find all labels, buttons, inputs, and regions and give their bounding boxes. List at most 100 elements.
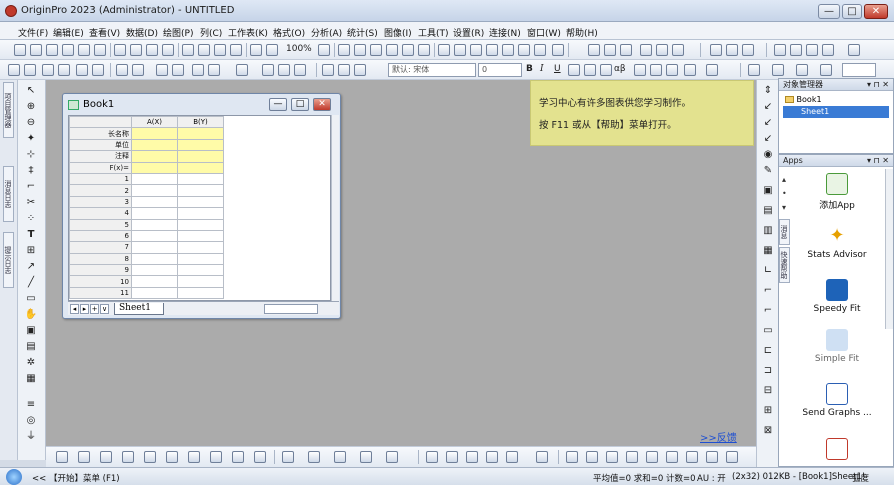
app-simple-fit[interactable]: Simple Fit	[797, 329, 877, 364]
menu-settings[interactable]: 设置(R)	[453, 26, 484, 39]
tree-item-sheet1[interactable]: Sheet1	[783, 106, 889, 118]
align-text-icon[interactable]	[666, 64, 678, 76]
plot-setup-icon[interactable]	[518, 44, 530, 56]
swap-layer-icon[interactable]	[172, 64, 184, 76]
tool-icon[interactable]: ▥	[761, 224, 775, 237]
table-cell[interactable]	[131, 229, 178, 243]
row-header[interactable]: 9	[69, 264, 132, 277]
area-plot-icon[interactable]	[188, 451, 200, 463]
vertical-scrollbar[interactable]	[331, 115, 339, 301]
tool-icon[interactable]: ⊟	[761, 384, 775, 397]
smart-hint-icon[interactable]	[470, 44, 482, 56]
mask-range-icon[interactable]	[446, 451, 458, 463]
row-header-formula[interactable]: F(x)=	[69, 161, 132, 174]
row-header[interactable]: 6	[69, 229, 132, 243]
book1-minimize-button[interactable]: —	[269, 98, 287, 111]
panel-close-icon[interactable]: ▾ ⊓ ✕	[867, 79, 889, 90]
menu-window[interactable]: 窗口(W)	[527, 26, 561, 39]
corner-cell[interactable]	[69, 116, 132, 129]
front-icon[interactable]	[666, 451, 678, 463]
swap-mask-icon[interactable]	[486, 451, 498, 463]
tab-messages[interactable]: 消息	[779, 219, 790, 245]
tool-icon[interactable]: ▣	[761, 184, 775, 197]
data-selector-icon[interactable]: ⌐	[24, 180, 38, 193]
menu-worksheet[interactable]: 工作表(K)	[228, 26, 268, 39]
table-cell[interactable]	[177, 172, 224, 186]
learning-center-icon[interactable]	[502, 44, 514, 56]
link-layer-icon[interactable]	[208, 64, 220, 76]
rescale-icon[interactable]	[76, 64, 88, 76]
new-project-icon[interactable]	[14, 44, 26, 56]
apps-scrollbar[interactable]	[885, 169, 893, 329]
layer-arrange-icon[interactable]	[132, 64, 144, 76]
insert-equation-icon[interactable]: ✲	[24, 356, 38, 369]
message-log-icon[interactable]	[454, 44, 466, 56]
menu-analysis[interactable]: 分析(A)	[311, 26, 342, 39]
add-sheet-button[interactable]: +	[90, 304, 99, 314]
polar-plot-icon[interactable]	[232, 451, 244, 463]
region-icon[interactable]: ⁘	[24, 212, 38, 225]
reapply-filter-icon[interactable]	[742, 44, 754, 56]
new-excel-icon[interactable]	[146, 44, 158, 56]
tool-icon[interactable]: ↙	[761, 100, 775, 113]
3d-scatter-icon[interactable]	[334, 451, 346, 463]
menu-column[interactable]: 列(C)	[200, 26, 222, 39]
disregard-icon[interactable]	[848, 44, 860, 56]
superscript-icon[interactable]	[568, 64, 580, 76]
row-header[interactable]: 11	[69, 286, 132, 300]
undo-mask-icon[interactable]	[536, 451, 548, 463]
clear-x-icon[interactable]	[790, 44, 802, 56]
zoom-in-icon[interactable]: ⊕	[24, 100, 38, 113]
open-icon[interactable]	[182, 44, 194, 56]
color-scale-icon[interactable]	[278, 64, 290, 76]
tool-icon[interactable]: ⊠	[761, 424, 775, 437]
text-tool-icon[interactable]: T	[24, 228, 38, 241]
font-color-icon[interactable]	[706, 64, 718, 76]
align-layer-icon[interactable]	[192, 64, 204, 76]
project-explorer-icon[interactable]	[438, 44, 450, 56]
sheet-list-button[interactable]: ∨	[100, 304, 109, 314]
mask-icon[interactable]: ✂	[24, 196, 38, 209]
paste-icon[interactable]	[354, 64, 366, 76]
panel-close-icon[interactable]: ▾ ⊓ ✕	[867, 155, 889, 166]
save-template-icon[interactable]	[230, 44, 242, 56]
table-cell[interactable]	[131, 241, 178, 254]
timestamp-icon[interactable]	[262, 64, 274, 76]
contour-plot-icon[interactable]	[254, 451, 266, 463]
font-size-select[interactable]: 0	[478, 63, 522, 77]
super-subscript-icon[interactable]	[600, 64, 612, 76]
column-header-a[interactable]: A(X)	[131, 116, 178, 129]
cell-a-comments[interactable]	[131, 150, 178, 163]
column-chart-icon[interactable]	[672, 44, 684, 56]
next-sheet-button[interactable]: ▸	[80, 304, 89, 314]
new-folder-icon[interactable]	[30, 44, 42, 56]
greek-button[interactable]: αβ	[614, 64, 626, 74]
cell-b-formula[interactable]	[177, 161, 224, 174]
tool-icon[interactable]: ↙	[761, 116, 775, 129]
3d-plot-icon[interactable]	[282, 451, 294, 463]
app-add-app[interactable]: 添加App	[797, 173, 877, 211]
tab-sheet1[interactable]: Sheet1	[114, 303, 164, 315]
menu-view[interactable]: 查看(V)	[89, 26, 120, 39]
status-autoupdate[interactable]: AU : 开	[697, 472, 726, 484]
move-icon[interactable]	[24, 64, 36, 76]
maximize-button[interactable]: □	[842, 4, 862, 19]
table-cell[interactable]	[177, 195, 224, 209]
graph-arrange-icon[interactable]	[156, 64, 168, 76]
tool-icon[interactable]: ◉	[761, 148, 775, 161]
object-edit-icon[interactable]	[566, 451, 578, 463]
table-cell[interactable]	[131, 195, 178, 209]
menu-format[interactable]: 格式(O)	[273, 26, 305, 39]
row-header-long-name[interactable]: 长名称	[69, 127, 132, 140]
table-cell[interactable]	[177, 218, 224, 231]
row-header-units[interactable]: 单位	[69, 138, 132, 152]
copy-icon[interactable]	[338, 64, 350, 76]
row-header[interactable]: 8	[69, 252, 132, 266]
column-header-b[interactable]: B(Y)	[177, 116, 224, 129]
underline-button[interactable]: U	[554, 64, 561, 74]
tab-hint-log[interactable]: 提示日志	[3, 232, 14, 288]
unmask-icon[interactable]	[466, 451, 478, 463]
tool-icon[interactable]: ✎	[761, 164, 775, 177]
row-header[interactable]: 4	[69, 207, 132, 220]
bar-chart-icon[interactable]	[640, 44, 652, 56]
